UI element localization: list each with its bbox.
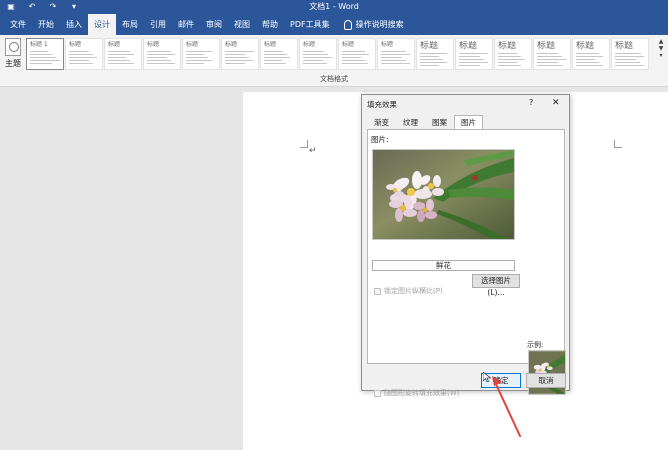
- style-set-thumb[interactable]: 标题: [182, 38, 220, 70]
- title-bar: ▣ ↶ ↷ ▾ 文档1 - Word: [0, 0, 668, 14]
- style-set-thumb[interactable]: 标题: [104, 38, 142, 70]
- style-set-thumb[interactable]: 标题: [221, 38, 259, 70]
- tell-me-label: 操作说明搜索: [355, 20, 404, 29]
- tab-1[interactable]: 开始: [32, 14, 60, 35]
- dialog-tab-2[interactable]: 图案: [425, 115, 454, 130]
- style-set-thumb[interactable]: 标题: [377, 38, 415, 70]
- dialog-title: 填充效果: [367, 100, 397, 109]
- style-thumb-heading: 标题: [108, 41, 121, 48]
- style-set-thumb[interactable]: 标题: [455, 38, 493, 70]
- tab-7[interactable]: 审阅: [200, 14, 228, 35]
- document-title: 文档1 - Word: [309, 2, 359, 11]
- style-thumb-heading: 标题: [381, 41, 394, 48]
- crop-mark-top-right: [614, 140, 622, 148]
- style-set-thumb[interactable]: 标题 1: [26, 38, 64, 70]
- rotate-with-shape-label: 随图形旋转填充效果(W): [384, 389, 460, 397]
- fill-effects-dialog: 填充效果 ? ✕ 渐变 纹理 图案 图片 图片: 鲜花 选择图片(L)... 锁…: [361, 94, 570, 397]
- close-icon[interactable]: ✕: [552, 98, 560, 108]
- paragraph-mark-icon: ↵: [309, 146, 317, 156]
- theme-button[interactable]: 主题: [2, 38, 24, 69]
- style-set-thumb[interactable]: 标题: [533, 38, 571, 70]
- style-thumb-heading: 标题: [576, 41, 595, 51]
- style-thumb-heading: 标题: [615, 41, 634, 51]
- style-thumb-heading: 标题: [303, 41, 316, 48]
- style-set-gallery: 标题 1 标题 标题 标题 标题 标题 标题 标题 标题 标题 标题 标题 标题 标题 标题 标题: [26, 38, 649, 70]
- select-picture-button[interactable]: 选择图片(L)...: [472, 274, 520, 297]
- tab-2[interactable]: 插入: [60, 14, 88, 35]
- style-thumb-heading: 标题: [537, 41, 556, 51]
- tab-8[interactable]: 视图: [228, 14, 256, 35]
- help-icon[interactable]: ?: [529, 98, 533, 107]
- flower-picture-preview: [373, 150, 514, 239]
- tab-6[interactable]: 邮件: [172, 14, 200, 35]
- style-set-thumb[interactable]: 标题: [416, 38, 454, 70]
- tab-9[interactable]: 帮助: [256, 14, 284, 35]
- style-set-thumb[interactable]: 标题: [299, 38, 337, 70]
- theme-label: 主题: [5, 59, 21, 68]
- sample-label: 示例:: [527, 341, 544, 349]
- style-thumb-heading: 标题: [342, 41, 355, 48]
- group-label-document-formatting: 文档格式: [320, 75, 348, 83]
- style-thumb-heading: 标题 1: [30, 41, 48, 48]
- style-thumb-heading: 标题: [147, 41, 160, 48]
- tell-me-search[interactable]: 操作说明搜索: [336, 19, 404, 30]
- style-thumb-heading: 标题: [264, 41, 277, 48]
- style-thumb-heading: 标题: [420, 41, 439, 51]
- lightbulb-icon: [343, 19, 352, 30]
- rotate-with-shape-checkbox[interactable]: [374, 389, 381, 397]
- annotation-arrow: [492, 376, 521, 437]
- crop-mark-top-left: [300, 140, 308, 148]
- picture-name-field: 鲜花: [372, 260, 515, 271]
- style-set-thumb[interactable]: 标题: [143, 38, 181, 70]
- lock-aspect-ratio-label: 锁定图片纵横比(P): [384, 287, 443, 295]
- style-set-thumb[interactable]: 标题: [572, 38, 610, 70]
- style-set-thumb[interactable]: 标题: [611, 38, 649, 70]
- picture-label: 图片:: [371, 135, 389, 144]
- tab-3[interactable]: 设计: [88, 14, 116, 35]
- dialog-tab-1[interactable]: 纹理: [396, 115, 425, 130]
- tab-10[interactable]: PDF工具集: [284, 14, 336, 35]
- style-set-thumb[interactable]: 标题: [494, 38, 532, 70]
- tab-4[interactable]: 布局: [116, 14, 144, 35]
- style-thumb-heading: 标题: [498, 41, 517, 51]
- style-set-thumb[interactable]: 标题: [65, 38, 103, 70]
- dialog-tab-0[interactable]: 渐变: [367, 115, 396, 130]
- ribbon-tabs: 文件 开始 插入 设计 布局 引用 邮件 审阅 视图 帮助 PDF工具集 操作说明搜索: [0, 14, 668, 35]
- style-set-thumb[interactable]: 标题: [338, 38, 376, 70]
- picture-tab-panel: 图片: 鲜花 选择图片(L)... 锁定图片纵横比(P) 示例: 随图形旋转填充…: [367, 129, 566, 397]
- lock-aspect-ratio-checkbox[interactable]: [374, 287, 381, 295]
- style-thumb-heading: 标题: [459, 41, 478, 51]
- style-thumb-heading: 标题: [225, 41, 238, 48]
- dialog-tab-3[interactable]: 图片: [454, 115, 483, 130]
- theme-icon: [5, 38, 21, 56]
- gallery-more-icon[interactable]: ▲ ▼ ▾: [656, 38, 666, 70]
- rotate-with-shape-option: 随图形旋转填充效果(W): [374, 388, 459, 398]
- tab-5[interactable]: 引用: [144, 14, 172, 35]
- lock-aspect-ratio-option: 锁定图片纵横比(P): [374, 286, 443, 296]
- tab-0[interactable]: 文件: [4, 14, 32, 35]
- cancel-button[interactable]: 取消: [526, 373, 566, 388]
- picture-preview-frame: [372, 149, 515, 240]
- ribbon-design: 主题 标题 1 标题 标题 标题 标题 标题 标题 标题 标题 标题 标题 标题 标题 标题 标题 标题 ▲ ▼…: [0, 35, 668, 87]
- style-thumb-heading: 标题: [186, 41, 199, 48]
- style-set-thumb[interactable]: 标题: [260, 38, 298, 70]
- style-thumb-heading: 标题: [69, 41, 82, 48]
- dialog-tabs: 渐变 纹理 图案 图片: [367, 115, 483, 130]
